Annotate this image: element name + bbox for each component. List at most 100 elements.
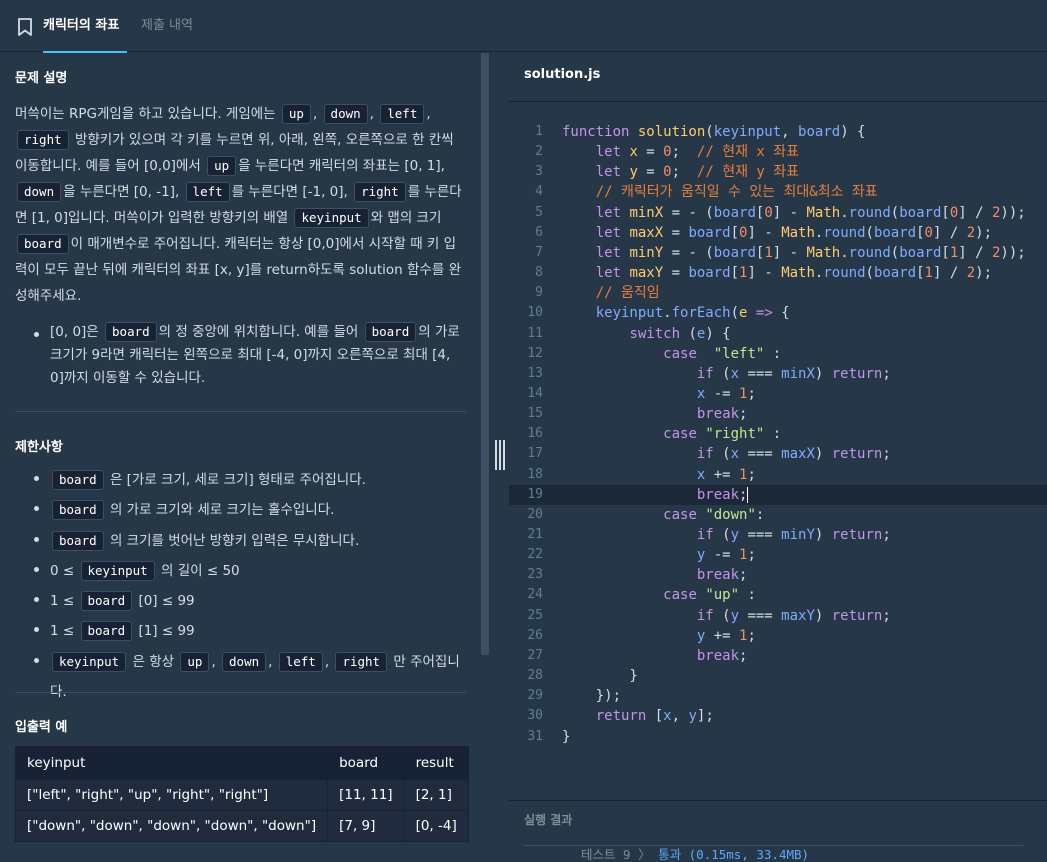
code-line[interactable]: 25 if (y === maxY) return; <box>509 606 1047 626</box>
line-number: 15 <box>527 406 543 422</box>
code-line[interactable]: 13 if (x === minX) return; <box>509 364 1047 384</box>
code-token: [ <box>916 224 925 241</box>
code-line[interactable]: 7 let minY = - (board[1] - Math.round(bo… <box>509 243 1047 263</box>
bookmark-icon[interactable] <box>16 17 34 37</box>
code-token: if <box>696 446 714 463</box>
text: 1 ≤ <box>50 623 75 640</box>
inline-code: board <box>52 500 104 521</box>
code-editor[interactable]: 1 function solution(keyinput, board) {2 l… <box>509 101 1047 800</box>
code-token: let <box>595 265 630 282</box>
inline-code: keyinput <box>294 208 369 228</box>
line-number: 4 <box>535 184 543 200</box>
code-line[interactable]: 23 break; <box>509 565 1047 585</box>
line-code: }); <box>562 686 621 706</box>
code-line[interactable]: 20 case "down": <box>509 505 1047 525</box>
line-code: keyinput.forEach(e => { <box>562 303 790 323</box>
text: 의 길이 ≤ 50 <box>161 562 240 579</box>
description-title: 문제 설명 <box>15 71 68 86</box>
code-line[interactable]: 14 x -= 1; <box>509 384 1047 404</box>
divider <box>15 411 466 412</box>
code-line[interactable]: 29 }); <box>509 686 1047 706</box>
code-token: break <box>696 486 740 503</box>
code-token: ]; <box>696 708 714 725</box>
line-number: 20 <box>527 506 543 522</box>
description-scrollbar[interactable] <box>481 53 489 655</box>
code-token: === <box>739 607 782 624</box>
line-number: 11 <box>527 325 543 341</box>
inline-code: board <box>80 591 133 612</box>
code-line[interactable]: 10 keyinput.forEach(e => { <box>509 303 1047 323</box>
line-number: 29 <box>527 688 543 704</box>
code-line[interactable]: 26 y += 1; <box>509 626 1047 646</box>
code-line[interactable]: 3 let y = 0; // 현재 y 좌표 <box>509 162 1047 182</box>
table-cell: [11, 11] <box>327 779 405 811</box>
code-token: [ <box>730 265 740 282</box>
line-code: let maxX = board[0] - Math.round(board[0… <box>562 223 992 243</box>
code-token: = <box>637 164 664 181</box>
line-code: case "up" : <box>562 585 756 605</box>
code-line[interactable]: 30 return [x, y]; <box>509 706 1047 726</box>
code-token: round <box>848 204 891 221</box>
code-token: : <box>764 426 782 443</box>
test-label: 테스트 9 <box>581 847 631 862</box>
inline-code: right <box>354 182 406 202</box>
line-code: case "right" : <box>562 424 781 444</box>
code-token: } <box>562 728 571 745</box>
code-line[interactable]: 9 // 움직임 <box>509 283 1047 303</box>
code-line[interactable]: 21 if (y === minY) return; <box>509 525 1047 545</box>
code-token: 0 <box>764 204 773 221</box>
code-line[interactable]: 8 let maxY = board[1] - Math.round(board… <box>509 263 1047 283</box>
code-line[interactable]: 24 case "up" : <box>509 585 1047 605</box>
code-token: board <box>713 204 756 221</box>
code-line[interactable]: 31} <box>509 727 1047 747</box>
code-token: 0 <box>924 224 933 241</box>
code-token: [ <box>916 265 925 282</box>
code-token: board <box>713 244 756 261</box>
code-line[interactable]: 27 break; <box>509 646 1047 666</box>
code-line[interactable]: 16 case "right" : <box>509 424 1047 444</box>
line-code: } <box>562 727 570 747</box>
code-line[interactable]: 18 x += 1; <box>509 465 1047 485</box>
tab-problem-label: 캐릭터의 좌표 <box>43 18 120 33</box>
splitter-handle-icon[interactable] <box>495 440 505 470</box>
code-token: [ <box>941 204 950 221</box>
code-line[interactable]: 19 break; <box>509 484 1047 505</box>
code-token: round <box>823 265 866 282</box>
code-line[interactable]: 12 case "left" : <box>509 344 1047 364</box>
code-token: case <box>663 426 706 443</box>
top-bar: 캐릭터의 좌표 제출 내역 <box>0 0 1047 53</box>
code-line[interactable]: 17 if (x === maxX) return; <box>509 444 1047 464</box>
code-token: if <box>696 365 714 382</box>
inline-code: board <box>364 322 417 342</box>
code-token: maxY <box>629 265 664 282</box>
code-line[interactable]: 2 let x = 0; // 현재 x 좌표 <box>509 142 1047 162</box>
code-token: return <box>831 607 883 624</box>
code-line[interactable]: 15 break; <box>509 404 1047 424</box>
inline-code: board <box>52 530 104 551</box>
code-line[interactable]: 11 switch (e) { <box>509 324 1047 344</box>
tab-problem[interactable]: 캐릭터의 좌표 <box>43 0 127 53</box>
code-token: => <box>755 305 773 322</box>
code-token: y <box>629 164 638 181</box>
code-token: ; <box>739 406 748 423</box>
code-token: ( <box>713 527 731 543</box>
code-line[interactable]: 5 let minX = - (board[0] - Math.round(bo… <box>509 203 1047 223</box>
code-token: ( <box>713 365 731 382</box>
code-token: // 캐릭터가 움직일 수 있는 최대&최소 좌표 <box>595 184 878 201</box>
line-number: 2 <box>535 144 543 160</box>
line-code: if (x === maxX) return; <box>562 444 891 464</box>
code-line[interactable]: 6 let maxX = board[0] - Math.round(board… <box>509 223 1047 243</box>
line-number: 13 <box>527 365 543 381</box>
code-line[interactable]: 28 } <box>509 666 1047 686</box>
code-line[interactable]: 4 // 캐릭터가 움직일 수 있는 최대&최소 좌표 <box>509 182 1047 202</box>
code-line[interactable]: 22 y -= 1; <box>509 545 1047 565</box>
tab-submissions[interactable]: 제출 내역 <box>141 0 193 52</box>
code-line[interactable]: 1 function solution(keyinput, board) { <box>509 122 1047 142</box>
code-token: ); <box>975 265 992 282</box>
